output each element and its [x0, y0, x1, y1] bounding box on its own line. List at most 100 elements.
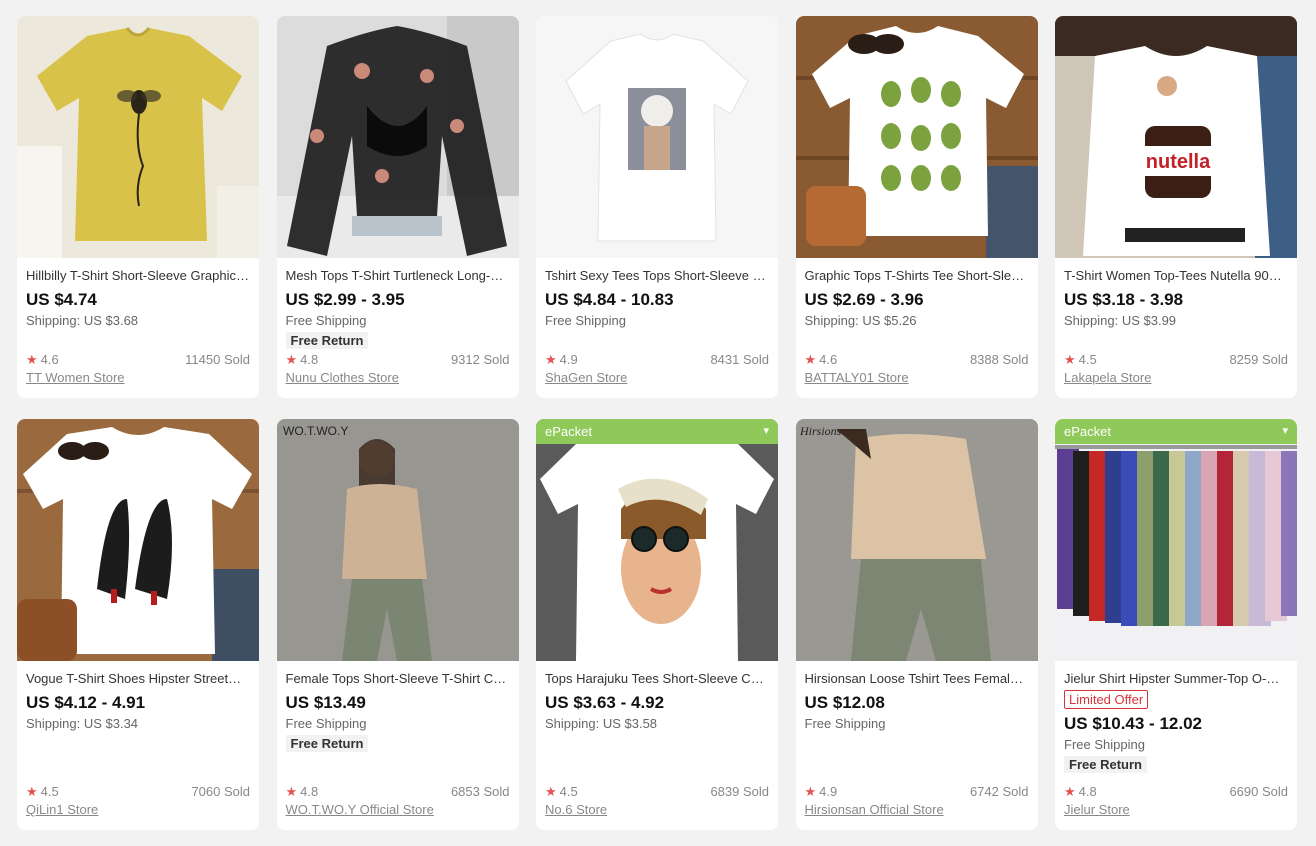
sold-count: 6853 Sold: [450, 784, 510, 799]
product-image[interactable]: nutella: [1055, 16, 1297, 258]
store-link[interactable]: Hirsionsan Official Store: [805, 801, 944, 819]
product-title[interactable]: Graphic Tops T-Shirts Tee Short-Sleeve A…: [805, 267, 1029, 285]
rating: ★ 4.6: [804, 352, 838, 367]
product-image[interactable]: WO.T.WO.Y: [276, 419, 519, 661]
sold-count: 8259 Sold: [1229, 352, 1288, 367]
star-icon: ★: [804, 784, 817, 799]
product-image[interactable]: Hirsionsan: [795, 419, 1038, 661]
rating: ★ 4.6: [26, 352, 59, 367]
store-link[interactable]: BATTALY01 Store: [805, 369, 909, 387]
rating: ★ 4.9: [545, 352, 578, 367]
shipping-info: Shipping: US $3.34: [26, 716, 139, 731]
shipping-info: Shipping: US $3.99: [1064, 313, 1177, 328]
nutella-print-text: nutella: [1146, 151, 1211, 173]
rating: ★ 4.8: [1064, 784, 1097, 799]
product-price: US $2.69 - 3.96: [804, 290, 924, 309]
product-title[interactable]: Female Tops Short-Sleeve T-Shirt Cotton: [286, 670, 510, 688]
product-image[interactable]: [17, 419, 259, 661]
product-price: US $2.99 - 3.95: [285, 290, 405, 309]
product-title[interactable]: Jielur Shirt Hipster Summer-Top O-Neck: [1064, 670, 1288, 688]
product-image[interactable]: ePacket ▾: [536, 419, 778, 661]
product-title[interactable]: Tshirt Sexy Tees Tops Short-Sleeve Women: [545, 267, 769, 285]
product-price: US $4.74: [26, 290, 97, 309]
star-icon: ★: [1064, 784, 1076, 799]
product-title[interactable]: Hirsionsan Loose Tshirt Tees Female Soli…: [805, 670, 1029, 688]
star-icon: ★: [545, 784, 557, 799]
product-title[interactable]: Tops Harajuku Tees Short-Sleeve Casual: [545, 670, 769, 688]
shipping-info: Free Shipping: [285, 313, 367, 328]
star-icon: ★: [1064, 352, 1076, 367]
rating: ★ 4.5: [1064, 352, 1097, 367]
epacket-badge[interactable]: ePacket ▾: [1055, 419, 1297, 444]
limited-offer-badge: Limited Offer: [1064, 690, 1149, 709]
sold-count: 8431 Sold: [710, 352, 769, 367]
epacket-label: ePacket: [1064, 424, 1111, 439]
chevron-down-icon[interactable]: ▾: [1282, 419, 1288, 444]
store-link[interactable]: Nunu Clothes Store: [286, 369, 399, 387]
shipping-info: Free Shipping: [545, 313, 626, 328]
product-card[interactable]: ePacket ▾ Jielur Shirt Hipster Summer-To…: [1055, 419, 1297, 830]
product-title[interactable]: Vogue T-Shirt Shoes Hipster Streetwear T…: [26, 670, 250, 688]
product-card[interactable]: nutella T-Shirt Women Top-Tees Nutella 9…: [1055, 16, 1297, 398]
rating: ★ 4.8: [285, 352, 319, 367]
product-card[interactable]: Vogue T-Shirt Shoes Hipster Streetwear T…: [17, 419, 259, 830]
star-icon: ★: [26, 352, 38, 367]
product-card[interactable]: Hirsionsan Hirsionsan Loose Tshirt Tees …: [795, 419, 1038, 830]
star-icon: ★: [804, 352, 817, 367]
star-icon: ★: [26, 784, 38, 799]
product-card[interactable]: WO.T.WO.Y Female Tops Short-Sleeve T-Shi…: [276, 419, 519, 830]
rating: ★ 4.5: [545, 784, 578, 799]
free-return-badge: Free Return: [1064, 756, 1147, 773]
star-icon: ★: [285, 352, 298, 367]
product-price: US $3.18 - 3.98: [1064, 290, 1184, 309]
sold-count: 6742 Sold: [969, 784, 1029, 799]
product-image[interactable]: [17, 16, 259, 258]
store-link[interactable]: Lakapela Store: [1064, 369, 1151, 387]
product-card[interactable]: Graphic Tops T-Shirts Tee Short-Sleeve A…: [795, 16, 1038, 398]
product-price: US $10.43 - 12.02: [1064, 714, 1202, 733]
product-card[interactable]: ePacket ▾ Tops Harajuku Tees Short-Sleev…: [536, 419, 778, 830]
star-icon: ★: [545, 352, 557, 367]
brand-watermark: WO.T.WO.Y: [283, 424, 348, 438]
store-link[interactable]: Jielur Store: [1064, 801, 1130, 819]
store-link[interactable]: TT Women Store: [26, 369, 125, 387]
shipping-info: Shipping: US $3.58: [545, 716, 658, 731]
shipping-info: Shipping: US $3.68: [26, 313, 139, 328]
product-image[interactable]: [795, 16, 1038, 258]
store-link[interactable]: WO.T.WO.Y Official Store: [286, 801, 434, 819]
chevron-down-icon[interactable]: ▾: [763, 419, 769, 444]
rating: ★ 4.9: [804, 784, 838, 799]
product-price: US $4.84 - 10.83: [545, 290, 674, 309]
shipping-info: Free Shipping: [804, 716, 886, 731]
free-return-badge: Free Return: [285, 735, 369, 752]
product-title[interactable]: Hillbilly T-Shirt Short-Sleeve Graphic T…: [26, 267, 250, 285]
epacket-badge[interactable]: ePacket ▾: [536, 419, 778, 444]
product-image[interactable]: [536, 16, 778, 258]
shipping-info: Free Shipping: [285, 716, 367, 731]
product-image[interactable]: ePacket ▾: [1055, 419, 1297, 661]
rating: ★ 4.5: [26, 784, 59, 799]
free-return-badge: Free Return: [285, 332, 369, 349]
product-card[interactable]: Hillbilly T-Shirt Short-Sleeve Graphic T…: [17, 16, 259, 398]
sold-count: 9312 Sold: [450, 352, 510, 367]
sold-count: 6839 Sold: [710, 784, 769, 799]
product-price: US $12.08: [804, 693, 885, 712]
product-card[interactable]: Mesh Tops T-Shirt Turtleneck Long-Sleeve…: [276, 16, 519, 398]
shipping-info: Free Shipping: [1064, 737, 1145, 752]
store-link[interactable]: No.6 Store: [545, 801, 607, 819]
product-grid: Hillbilly T-Shirt Short-Sleeve Graphic T…: [17, 16, 1297, 830]
sold-count: 8388 Sold: [969, 352, 1029, 367]
shipping-info: Shipping: US $5.26: [804, 313, 917, 328]
product-price: US $4.12 - 4.91: [26, 693, 146, 712]
product-title[interactable]: T-Shirt Women Top-Tees Nutella 90s Print: [1064, 267, 1288, 285]
product-title[interactable]: Mesh Tops T-Shirt Turtleneck Long-Sleeve: [286, 267, 510, 285]
store-link[interactable]: ShaGen Store: [545, 369, 627, 387]
epacket-label: ePacket: [545, 424, 592, 439]
product-image[interactable]: [276, 16, 519, 258]
sold-count: 11450 Sold: [185, 352, 250, 367]
product-card[interactable]: Tshirt Sexy Tees Tops Short-Sleeve Women…: [536, 16, 778, 398]
sold-count: 6690 Sold: [1229, 784, 1288, 799]
product-price: US $13.49: [285, 693, 366, 712]
star-icon: ★: [285, 784, 298, 799]
store-link[interactable]: QiLin1 Store: [26, 801, 98, 819]
